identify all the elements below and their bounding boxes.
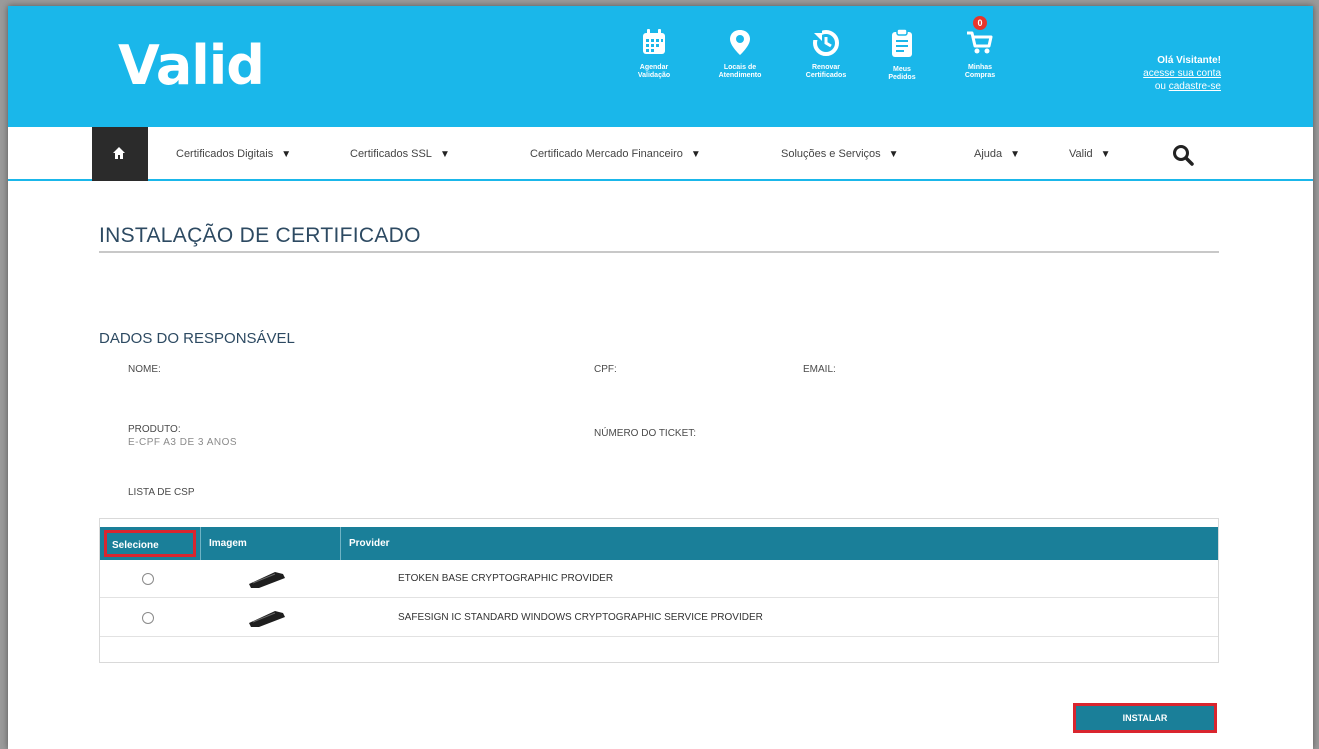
header-link-pedidos[interactable]: Meus Pedidos <box>867 28 937 82</box>
or-text: ou <box>1154 81 1166 92</box>
renovar-label-1: Renovar <box>811 64 840 71</box>
column-header-imagem: Imagem <box>200 527 340 560</box>
nav-label: Ajuda <box>974 148 1003 160</box>
produto-value: E-CPF A3 DE 3 ANOS <box>128 437 238 448</box>
header-link-locais[interactable]: Locais de Atendimento <box>705 28 775 80</box>
ticket-label: NÚMERO DO TICKET: <box>594 428 697 439</box>
nav-label: Certificados SSL <box>350 148 432 160</box>
nav-ajuda[interactable]: Ajuda ▼ <box>974 148 1020 160</box>
select-radio[interactable] <box>142 612 154 624</box>
register-link[interactable]: cadastre-se <box>1169 81 1221 92</box>
login-link[interactable]: acesse sua conta <box>1143 67 1221 80</box>
agendar-label-1: Agendar <box>639 64 669 71</box>
chevron-down-icon: ▼ <box>439 149 450 160</box>
compras-label-2: Compras <box>964 72 996 79</box>
nav-certificados-ssl[interactable]: Certificados SSL ▼ <box>350 148 450 160</box>
pedidos-label-1: Meus <box>893 66 911 73</box>
usb-token-icon <box>249 572 285 588</box>
install-button[interactable]: INSTALAR <box>1073 703 1217 733</box>
header-link-compras[interactable]: Minhas Compras <box>945 28 1015 80</box>
search-button[interactable] <box>1172 144 1194 171</box>
section-title: DADOS DO RESPONSÁVEL <box>99 330 295 347</box>
csp-table: Selecione Imagem Provider ETOKEN BASE CR… <box>99 518 1219 663</box>
provider-name: ETOKEN BASE CRYPTOGRAPHIC PROVIDER <box>398 573 614 584</box>
nav-label: Valid <box>1069 148 1093 160</box>
chevron-down-icon: ▼ <box>281 149 292 160</box>
site-header: Valid Agendar Validação Locais de Atendime… <box>8 6 1313 127</box>
nav-certificados-digitais[interactable]: Certificados Digitais ▼ <box>176 148 291 160</box>
cart-count-badge: 0 <box>973 16 987 30</box>
table-header: Selecione Imagem Provider <box>100 527 1218 560</box>
valid-logo[interactable]: Valid <box>118 34 265 97</box>
chevron-down-icon: ▼ <box>888 149 899 160</box>
cpf-label: CPF: <box>594 364 617 375</box>
table-row[interactable]: ETOKEN BASE CRYPTOGRAPHIC PROVIDER <box>100 560 1218 598</box>
chevron-down-icon: ▼ <box>690 149 701 160</box>
nome-label: NOME: <box>128 364 161 375</box>
produto-label: PRODUTO: <box>128 424 181 435</box>
header-link-agendar[interactable]: Agendar Validação <box>619 28 689 80</box>
browser-page: Valid Agendar Validação Locais de Atendime… <box>8 6 1313 749</box>
column-header-provider: Provider <box>340 527 390 560</box>
clipboard-icon <box>892 28 912 57</box>
account-greeting: Olá Visitante! acesse sua conta ou cadas… <box>1143 54 1221 93</box>
renovar-label-2: Certificados <box>805 72 847 79</box>
nav-solucoes-servicos[interactable]: Soluções e Serviços ▼ <box>781 148 899 160</box>
compras-label-1: Minhas <box>967 64 993 71</box>
lista-csp-label: LISTA DE CSP <box>128 487 195 498</box>
nav-label: Certificado Mercado Financeiro <box>530 148 683 160</box>
search-icon <box>1173 145 1194 166</box>
nav-label: Certificados Digitais <box>176 148 274 160</box>
nav-certificado-mercado-financeiro[interactable]: Certificado Mercado Financeiro ▼ <box>530 148 701 160</box>
cart-icon <box>967 31 993 54</box>
provider-name: SAFESIGN IC STANDARD WINDOWS CRYPTOGRAPH… <box>398 612 763 623</box>
home-icon <box>113 147 125 159</box>
table-row[interactable]: SAFESIGN IC STANDARD WINDOWS CRYPTOGRAPH… <box>100 599 1218 637</box>
chevron-down-icon: ▼ <box>1010 149 1021 160</box>
calendar-icon <box>643 29 665 54</box>
nav-label: Soluções e Serviços <box>781 148 881 160</box>
locais-label-1: Locais de <box>723 64 757 71</box>
home-button[interactable] <box>92 127 148 181</box>
chevron-down-icon: ▼ <box>1100 149 1111 160</box>
column-header-selecione[interactable]: Selecione <box>104 530 196 557</box>
email-label: EMAIL: <box>803 364 836 375</box>
usb-token-icon <box>249 611 285 627</box>
header-link-renovar[interactable]: Renovar Certificados <box>791 28 861 80</box>
location-pin-icon <box>730 30 750 55</box>
nav-valid[interactable]: Valid ▼ <box>1069 148 1111 160</box>
locais-label-2: Atendimento <box>718 72 762 79</box>
greeting-text: Olá Visitante! <box>1157 55 1221 66</box>
renew-clock-icon <box>812 30 839 56</box>
page-title: INSTALAÇÃO DE CERTIFICADO <box>99 224 421 247</box>
main-nav: Certificados Digitais ▼ Certificados SSL ▼… <box>8 127 1313 181</box>
title-divider <box>99 251 1219 253</box>
agendar-label-2: Validação <box>637 72 671 79</box>
select-radio[interactable] <box>142 573 154 585</box>
pedidos-label-2: Pedidos <box>888 74 916 81</box>
